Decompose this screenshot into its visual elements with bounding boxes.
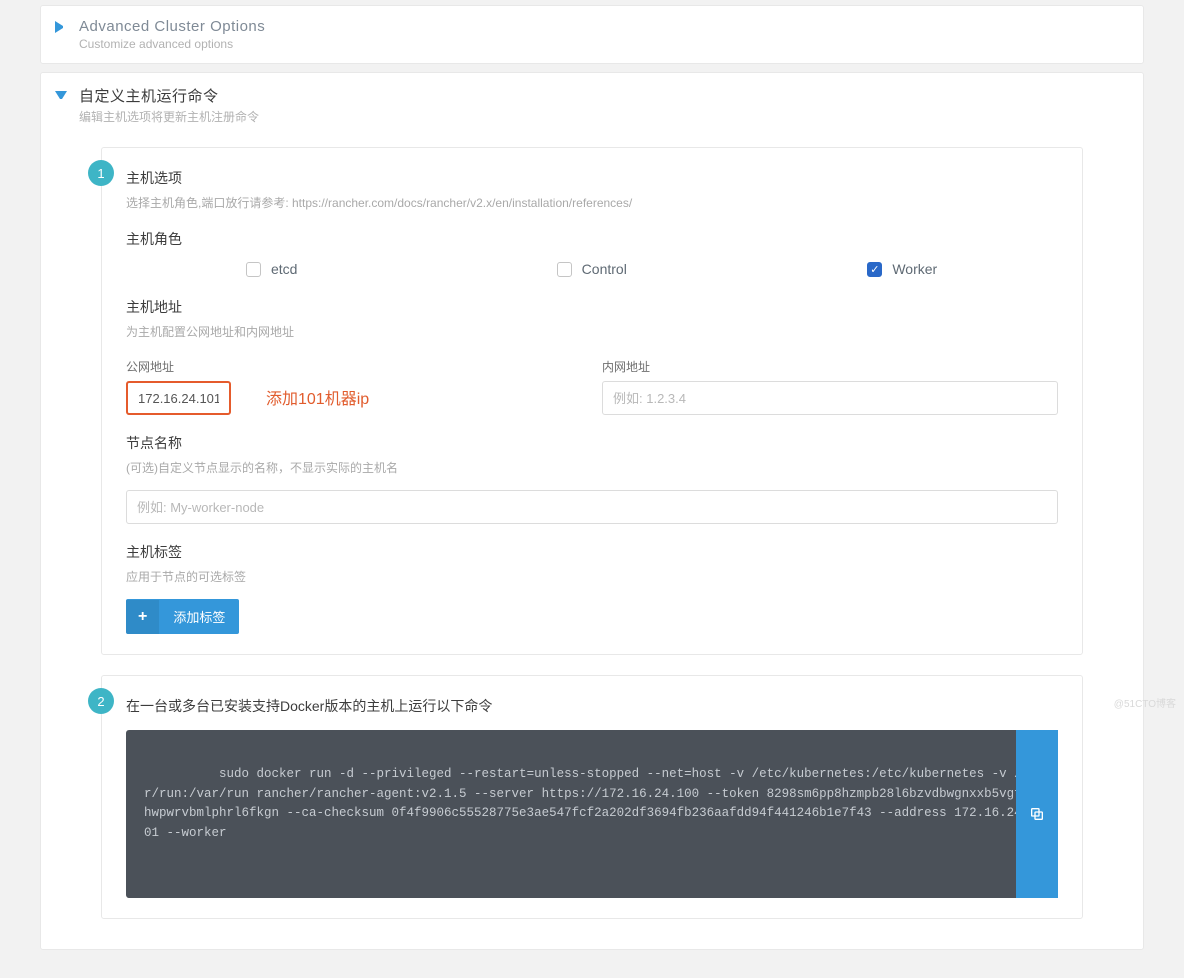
public-addr-input[interactable]: [126, 381, 231, 415]
host-addr-sub: 为主机配置公网地址和内网地址: [126, 323, 1058, 340]
host-role-title: 主机角色: [126, 229, 1058, 249]
accordion-title: Advanced Cluster Options: [79, 18, 265, 35]
chevron-right-icon: [55, 21, 67, 33]
add-label-button[interactable]: + 添加标签: [126, 599, 239, 634]
chevron-down-icon: [55, 91, 67, 103]
step2-card: 2 在一台或多台已安装支持Docker版本的主机上运行以下命令 sudo doc…: [101, 675, 1083, 919]
step-badge-2: 2: [88, 688, 114, 714]
checkbox-icon[interactable]: [557, 262, 572, 277]
role-etcd-label: etcd: [271, 261, 297, 277]
host-labels-sub: 应用于节点的可选标签: [126, 568, 1058, 585]
copy-icon: [1029, 806, 1045, 822]
role-control-label: Control: [582, 261, 627, 277]
accordion-subtitle: Customize advanced options: [79, 37, 265, 51]
role-worker-label: Worker: [892, 261, 937, 277]
docker-command-text: sudo docker run -d --privileged --restar…: [144, 767, 1037, 839]
checkbox-checked-icon[interactable]: ✓: [867, 262, 882, 277]
host-options-title: 主机选项: [126, 168, 1058, 188]
role-etcd-option[interactable]: etcd: [126, 261, 437, 277]
private-addr-input[interactable]: [602, 381, 1058, 415]
advanced-cluster-options-accordion[interactable]: Advanced Cluster Options Customize advan…: [40, 5, 1144, 64]
copy-button[interactable]: [1016, 730, 1058, 898]
checkbox-icon[interactable]: [246, 262, 261, 277]
node-name-sub: (可选)自定义节点显示的名称，不显示实际的主机名: [126, 459, 1058, 476]
host-labels-title: 主机标签: [126, 542, 1058, 562]
docker-command-block: sudo docker run -d --privileged --restar…: [126, 730, 1058, 898]
role-control-option[interactable]: Control: [437, 261, 748, 277]
accordion-subtitle: 编辑主机选项将更新主机注册命令: [79, 108, 259, 125]
private-addr-label: 内网地址: [602, 358, 1058, 375]
watermark: @51CTO博客: [1114, 695, 1176, 710]
add-label-text: 添加标签: [159, 599, 239, 634]
host-addr-title: 主机地址: [126, 297, 1058, 317]
step2-title: 在一台或多台已安装支持Docker版本的主机上运行以下命令: [126, 696, 1058, 716]
custom-host-command-accordion[interactable]: 自定义主机运行命令 编辑主机选项将更新主机注册命令 1 主机选项 选择主机角色,…: [40, 72, 1144, 950]
step-badge-1: 1: [88, 160, 114, 186]
host-options-sub: 选择主机角色,端口放行请参考: https://rancher.com/docs…: [126, 194, 1058, 211]
node-name-title: 节点名称: [126, 433, 1058, 453]
public-addr-label: 公网地址: [126, 358, 582, 375]
accordion-title: 自定义主机运行命令: [79, 85, 259, 106]
node-name-input[interactable]: [126, 490, 1058, 524]
role-worker-option[interactable]: ✓ Worker: [747, 261, 1058, 277]
plus-icon: +: [126, 600, 159, 634]
annotation-text: 添加101机器ip: [266, 385, 369, 409]
step1-card: 1 主机选项 选择主机角色,端口放行请参考: https://rancher.c…: [101, 147, 1083, 655]
